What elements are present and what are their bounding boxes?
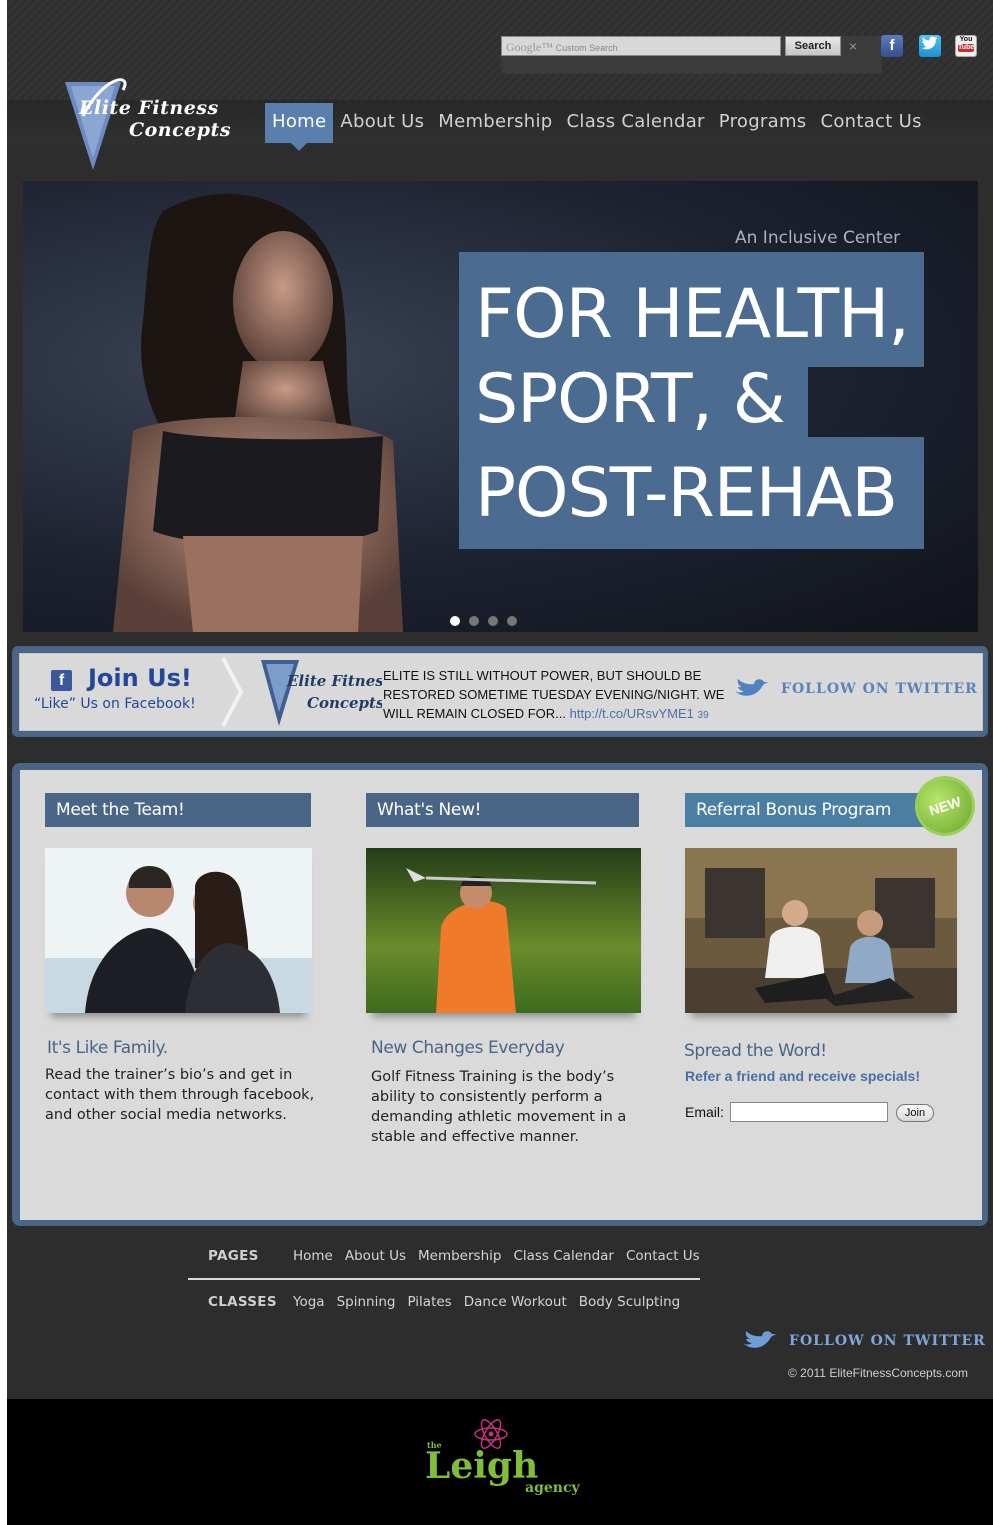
footer-follow-label: FOLLOW ON TWITTER: [789, 1333, 986, 1349]
footer-divider: [188, 1278, 700, 1280]
nav-programs[interactable]: Programs: [712, 103, 814, 143]
facebook-icon[interactable]: f: [881, 35, 903, 57]
referral-photo[interactable]: [685, 848, 957, 1013]
whats-new-body: Golf Fitness Training is the body’s abil…: [371, 1069, 627, 1145]
search-button[interactable]: Search: [785, 36, 841, 56]
twitter-bird-icon: [735, 679, 768, 696]
slider-dot-4[interactable]: [507, 616, 517, 626]
leigh-name: Leigh: [425, 1445, 538, 1487]
copyright: © 2011 EliteFitnessConcepts.com: [788, 1366, 969, 1380]
footer-link-spinning[interactable]: Spinning: [337, 1294, 396, 1310]
footer-link-yoga[interactable]: Yoga: [293, 1294, 325, 1310]
team-body: Read the trainer’s bio’s and get in cont…: [45, 1067, 315, 1123]
twitter-news: ELITE IS STILL WITHOUT POWER, BUT SHOULD…: [383, 666, 743, 725]
leigh-suffix: agency: [525, 1480, 580, 1496]
whats-new-heading[interactable]: What's New!: [366, 793, 639, 827]
hero-athlete-image: [113, 193, 403, 632]
hero-kicker: An Inclusive Center: [735, 228, 901, 248]
slider-dot-1[interactable]: [450, 616, 460, 626]
nav-about-us[interactable]: About Us: [333, 103, 431, 143]
whats-new-subtitle: New Changes Everyday: [371, 1038, 565, 1058]
hero-headline-line-3: POST-REHAB: [459, 437, 924, 549]
nav-home[interactable]: Home: [265, 103, 334, 151]
email-label: Email:: [685, 1104, 724, 1120]
join-subtitle: “Like” Us on Facebook!: [34, 696, 196, 712]
logo-text: Elite Fitness Concepts: [79, 97, 231, 141]
strip-logo: Elite Fitness Concepts: [261, 660, 382, 726]
nav-membership[interactable]: Membership: [431, 103, 559, 143]
twitter-bird-icon: [921, 36, 938, 50]
search-input[interactable]: Google™ Custom Search: [501, 36, 781, 56]
footer-link-home[interactable]: Home: [293, 1248, 333, 1264]
join-title: Join Us!: [88, 664, 192, 692]
footer-classes: CLASSES Yoga Spinning Pilates Dance Work…: [208, 1294, 692, 1310]
footer-follow-twitter[interactable]: FOLLOW ON TWITTER: [741, 1329, 986, 1353]
referral-heading[interactable]: Referral Bonus Program: [685, 793, 957, 827]
twitter-bird-icon: [743, 1331, 776, 1348]
meet-team-heading[interactable]: Meet the Team!: [45, 793, 311, 827]
strip-logo-line-1: Elite Fitness: [286, 672, 382, 690]
footer-link-membership[interactable]: Membership: [418, 1248, 501, 1264]
facebook-join-link[interactable]: f Join Us! “Like” Us on Facebook!: [34, 662, 214, 722]
footer-link-about-us[interactable]: About Us: [345, 1248, 406, 1264]
logo-line-1: Elite Fitness: [79, 97, 219, 119]
main-nav: Home About Us Membership Class Calendar …: [265, 103, 929, 151]
slider-dot-2[interactable]: [469, 616, 479, 626]
footer-link-class-calendar[interactable]: Class Calendar: [513, 1248, 614, 1264]
clear-search-icon[interactable]: ×: [849, 36, 857, 56]
hero-headline-line-2: SPORT, &: [459, 366, 808, 437]
slider-dots: [450, 616, 517, 626]
team-subtitle: It's Like Family.: [47, 1038, 168, 1058]
slider-dot-3[interactable]: [488, 616, 498, 626]
classes-label: CLASSES: [208, 1294, 277, 1310]
nav-contact-us[interactable]: Contact Us: [813, 103, 928, 143]
referral-body: Refer a friend and receive specials!: [685, 1068, 920, 1084]
logo-line-2: Concepts: [129, 119, 232, 141]
google-brand: Google™: [506, 40, 554, 54]
footer-link-dance-workout[interactable]: Dance Workout: [464, 1294, 567, 1310]
page-frame: Google™ Custom Search Search × f You Tub…: [7, 0, 993, 1525]
join-button[interactable]: Join: [896, 1104, 934, 1122]
footer-link-body-sculpting[interactable]: Body Sculpting: [579, 1294, 680, 1310]
youtube-icon[interactable]: You Tube: [955, 35, 977, 57]
news-link[interactable]: http://t.co/URsvYME1: [570, 706, 694, 721]
referral-subtitle: Spread the Word!: [684, 1041, 827, 1061]
chevron-right-icon: [221, 657, 244, 727]
team-photo[interactable]: [45, 848, 312, 1013]
follow-twitter-link[interactable]: FOLLOW ON TWITTER: [733, 677, 978, 701]
hero-headline-line-1: FOR HEALTH,: [459, 252, 924, 367]
youtube-tube: Tube: [958, 44, 975, 52]
footer-link-contact-us[interactable]: Contact Us: [626, 1248, 700, 1264]
facebook-icon: f: [51, 670, 72, 691]
search-placeholder: Custom Search: [555, 43, 618, 53]
twitter-icon[interactable]: [919, 35, 941, 57]
strip-logo-line-2: Concepts: [307, 694, 382, 712]
footer-pages: PAGES Home About Us Membership Class Cal…: [208, 1248, 712, 1264]
youtube-you: You: [959, 36, 973, 43]
email-field[interactable]: [730, 1102, 888, 1122]
footer-link-pilates[interactable]: Pilates: [407, 1294, 451, 1310]
golf-photo[interactable]: [366, 848, 641, 1013]
leigh-agency-logo[interactable]: the Leigh agency: [419, 1414, 589, 1504]
news-count: 39: [697, 710, 709, 721]
nav-class-calendar[interactable]: Class Calendar: [560, 103, 712, 143]
pages-label: PAGES: [208, 1248, 259, 1264]
follow-label: FOLLOW ON TWITTER: [781, 681, 978, 697]
